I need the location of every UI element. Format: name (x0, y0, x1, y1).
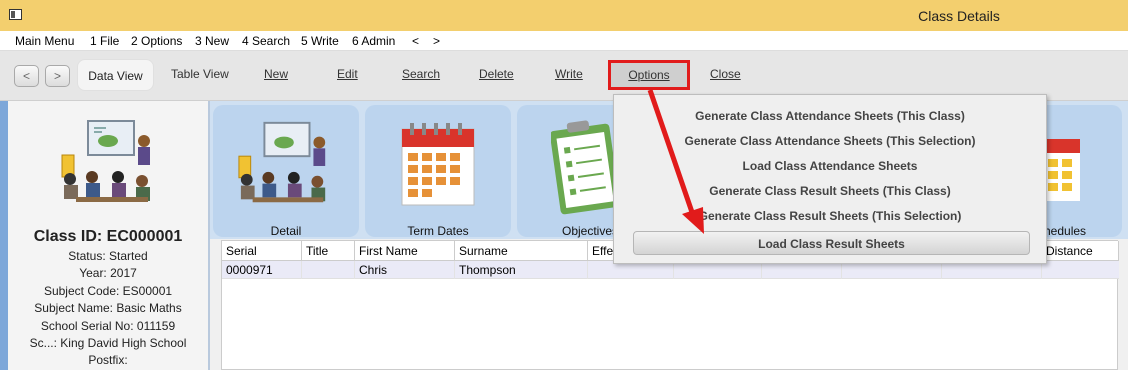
cell-first-name: Chris (355, 261, 455, 279)
edit-button[interactable]: Edit (337, 67, 358, 81)
menu-item-generate-attendance-selection[interactable]: Generate Class Attendance Sheets (This S… (614, 134, 1046, 148)
table-view-button[interactable]: Table View (171, 67, 229, 81)
tile-term-dates[interactable]: Term Dates (365, 105, 511, 238)
menu-item-generate-results-class[interactable]: Generate Class Result Sheets (This Class… (614, 184, 1046, 198)
classroom-icon (238, 121, 326, 203)
options-dropdown-menu: Generate Class Attendance Sheets (This C… (613, 94, 1047, 264)
window-title: Class Details (918, 8, 1000, 24)
delete-button[interactable]: Delete (479, 67, 514, 81)
column-header-distance[interactable]: Distance (1042, 241, 1119, 261)
menu-write[interactable]: 5 Write (301, 34, 339, 48)
cell (1042, 261, 1119, 279)
tile-label: Term Dates (407, 224, 469, 238)
classroom-icon (61, 120, 150, 202)
options-button-label: Options (628, 68, 670, 82)
subject-name: Subject Name: Basic Maths (34, 301, 182, 315)
subject-code: Subject Code: ES00001 (43, 284, 173, 298)
cell-serial: 0000971 (222, 261, 302, 279)
cell-title (302, 261, 355, 279)
menu-item-generate-attendance-class[interactable]: Generate Class Attendance Sheets (This C… (614, 109, 1046, 123)
column-header-first-name[interactable]: First Name (355, 241, 455, 261)
school-name: Sc...: King David High School (29, 336, 187, 350)
write-button[interactable]: Write (555, 67, 583, 81)
class-status: Status: Started (68, 249, 148, 263)
calendar-icon (401, 123, 475, 206)
column-header-serial[interactable]: Serial (222, 241, 302, 261)
menu-options[interactable]: 2 Options (131, 34, 182, 48)
data-view-button[interactable]: Data View (77, 59, 154, 91)
menu-main[interactable]: Main Menu (15, 34, 74, 48)
menu-bar: Main Menu 1 File 2 Options 3 New 4 Searc… (0, 31, 1128, 51)
column-header-title[interactable]: Title (302, 241, 355, 261)
school-serial: School Serial No: 011159 (40, 319, 176, 333)
menu-item-generate-results-selection[interactable]: Generate Class Result Sheets (This Selec… (614, 209, 1046, 223)
menu-file[interactable]: 1 File (90, 34, 119, 48)
search-button[interactable]: Search (402, 67, 440, 81)
back-button[interactable]: < (14, 65, 39, 87)
forward-button[interactable]: > (45, 65, 70, 87)
menu-search[interactable]: 4 Search (242, 34, 290, 48)
tile-detail[interactable]: Detail (213, 105, 359, 238)
class-id: Class ID: EC000001 (33, 228, 183, 245)
calendar-icon (1044, 139, 1080, 201)
postfix: Postfix: (88, 353, 128, 367)
class-year: Year: 2017 (79, 266, 137, 280)
options-button[interactable]: Options (608, 60, 690, 90)
menu-scroll-left[interactable]: < (412, 34, 419, 48)
menu-scroll-right[interactable]: > (433, 34, 440, 48)
menu-item-load-attendance[interactable]: Load Class Attendance Sheets (614, 159, 1046, 173)
menu-item-load-results[interactable]: Load Class Result Sheets (633, 231, 1030, 255)
title-bar: Class Details (0, 0, 1128, 31)
tile-label: Detail (270, 224, 302, 238)
class-summary-panel: Class ID: EC000001 Status: Started Year:… (0, 101, 210, 370)
column-header-surname[interactable]: Surname (455, 241, 588, 261)
close-button[interactable]: Close (710, 67, 741, 81)
menu-admin[interactable]: 6 Admin (352, 34, 395, 48)
menu-new[interactable]: 3 New (195, 34, 229, 48)
new-button[interactable]: New (264, 67, 288, 81)
cell-surname: Thompson (455, 261, 588, 279)
